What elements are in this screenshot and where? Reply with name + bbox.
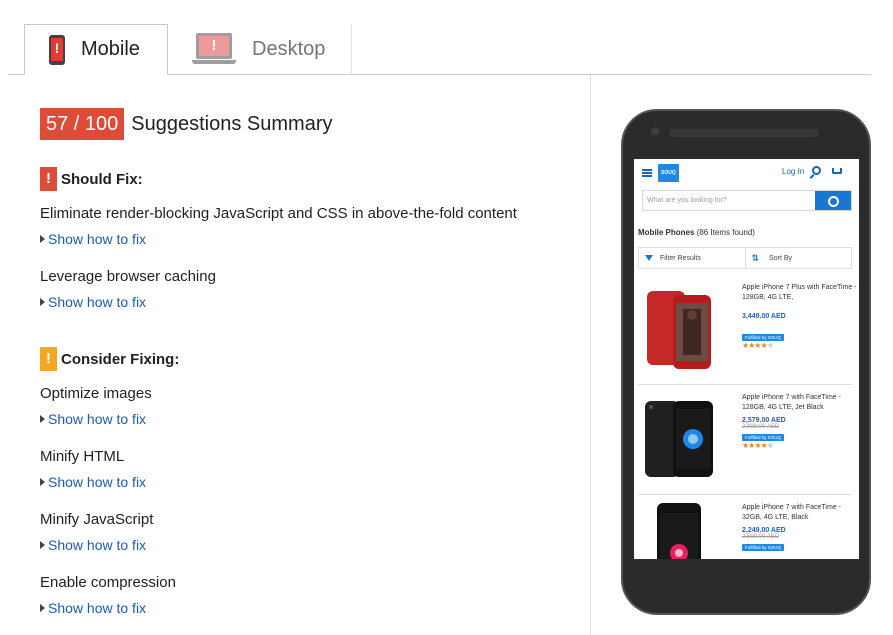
should-fix-label: Should Fix: [61, 170, 143, 188]
product-name: Apple iPhone 7 with FaceTime - 32GB, 4G … [742, 504, 841, 521]
preview-screenshot: SOUQ Log In What are you looking for? Mo… [634, 159, 859, 559]
tab-mobile-label: Mobile [81, 38, 140, 60]
desktop-warning-icon [192, 32, 236, 67]
category-name: Mobile Phones [638, 228, 695, 237]
fulfilled-badge: Fulfilled by SOUQ [742, 544, 785, 551]
show-how-to-fix-link[interactable]: Show how to fix [40, 474, 146, 490]
show-how-to-fix-link[interactable]: Show how to fix [40, 294, 146, 310]
product-card: Apple iPhone 7 with FaceTime - 32GB, 4G … [638, 495, 852, 559]
rule-title: Enable compression [40, 574, 176, 591]
product-image [647, 291, 711, 369]
link-label: Show how to fix [48, 231, 147, 247]
preview-filter-bar: Filter Results ⇅ Sort By [638, 247, 852, 269]
phone-speaker [669, 129, 819, 137]
rating-stars: ★★★★★ [742, 341, 774, 350]
sort-label: Sort By [769, 254, 792, 262]
score-badge: 57 / 100 [40, 108, 125, 140]
expand-arrow-icon [40, 415, 45, 423]
product-old-price: 2,999.00 AED [742, 424, 780, 430]
column-divider [590, 75, 591, 635]
product-card: Apple iPhone 7 with FaceTime - 128GB, 4G… [638, 385, 852, 495]
fulfilled-badge: Fulfilled by SOUQ [742, 334, 785, 341]
rating-stars: ★★★★★ [742, 441, 774, 450]
filter-label: Filter Results [660, 254, 701, 262]
product-name: Apple iPhone 7 Plus with FaceTime - 128G… [742, 284, 857, 301]
product-price: 3,449.00 AED [742, 313, 786, 320]
link-label: Show how to fix [48, 294, 147, 310]
preview-search-placeholder: What are you looking for? [647, 197, 727, 204]
product-price: 2,249.00 AED [742, 527, 786, 534]
consider-fixing-label: Consider Fixing: [61, 350, 180, 368]
link-label: Show how to fix [48, 537, 147, 553]
warning-icon: ! [40, 347, 57, 371]
rule-title: Eliminate render-blocking JavaScript and… [40, 205, 517, 222]
menu-icon [642, 169, 652, 177]
expand-arrow-icon [40, 541, 45, 549]
product-name: Apple iPhone 7 with FaceTime - 128GB, 4G… [742, 394, 841, 411]
rule-title: Minify HTML [40, 448, 125, 465]
tab-desktop[interactable]: Desktop [168, 24, 352, 75]
should-fix-heading: ! Should Fix: [40, 167, 143, 191]
preview-category-title: Mobile Phones (86 Items found) [638, 228, 755, 237]
product-image [645, 401, 713, 477]
preview-login: Log In [782, 167, 805, 176]
show-how-to-fix-link[interactable]: Show how to fix [40, 411, 146, 427]
preview-searchbar: What are you looking for? [642, 190, 852, 211]
search-icon [812, 166, 821, 175]
mobile-preview-phone: SOUQ Log In What are you looking for? Mo… [621, 109, 871, 615]
product-card: Apple iPhone 7 Plus with FaceTime - 128G… [638, 275, 857, 385]
rule-title: Minify JavaScript [40, 511, 154, 528]
show-how-to-fix-link[interactable]: Show how to fix [40, 537, 146, 553]
cart-icon [832, 168, 842, 174]
phone-camera [651, 127, 659, 135]
link-label: Show how to fix [48, 600, 147, 616]
device-tabs: Mobile Desktop [8, 24, 871, 75]
expand-arrow-icon [40, 235, 45, 243]
souq-logo: SOUQ [658, 164, 679, 182]
item-count: (86 Items found) [696, 228, 755, 237]
filter-icon [645, 255, 653, 261]
tab-desktop-label: Desktop [252, 38, 326, 60]
consider-fixing-heading: ! Consider Fixing: [40, 347, 179, 371]
suggestions-summary: 57 / 100 Suggestions Summary [40, 108, 333, 140]
warning-icon: ! [40, 167, 57, 191]
link-label: Show how to fix [48, 474, 147, 490]
rule-title: Optimize images [40, 385, 152, 402]
show-how-to-fix-link[interactable]: Show how to fix [40, 600, 146, 616]
show-how-to-fix-link[interactable]: Show how to fix [40, 231, 146, 247]
preview-header: SOUQ Log In [634, 159, 859, 187]
fulfilled-badge: Fulfilled by SOUQ [742, 434, 785, 441]
product-image [657, 503, 701, 559]
expand-arrow-icon [40, 604, 45, 612]
link-label: Show how to fix [48, 411, 147, 427]
expand-arrow-icon [40, 478, 45, 486]
rule-title: Leverage browser caching [40, 268, 216, 285]
tab-mobile[interactable]: Mobile [24, 24, 168, 75]
product-price: 2,579.00 AED [742, 417, 786, 424]
search-icon [815, 191, 851, 210]
summary-title: Suggestions Summary [131, 112, 333, 135]
expand-arrow-icon [40, 298, 45, 306]
product-old-price: 2,599.00 AED [742, 534, 780, 540]
sort-icon: ⇅ [751, 252, 760, 263]
mobile-warning-icon [49, 34, 65, 65]
